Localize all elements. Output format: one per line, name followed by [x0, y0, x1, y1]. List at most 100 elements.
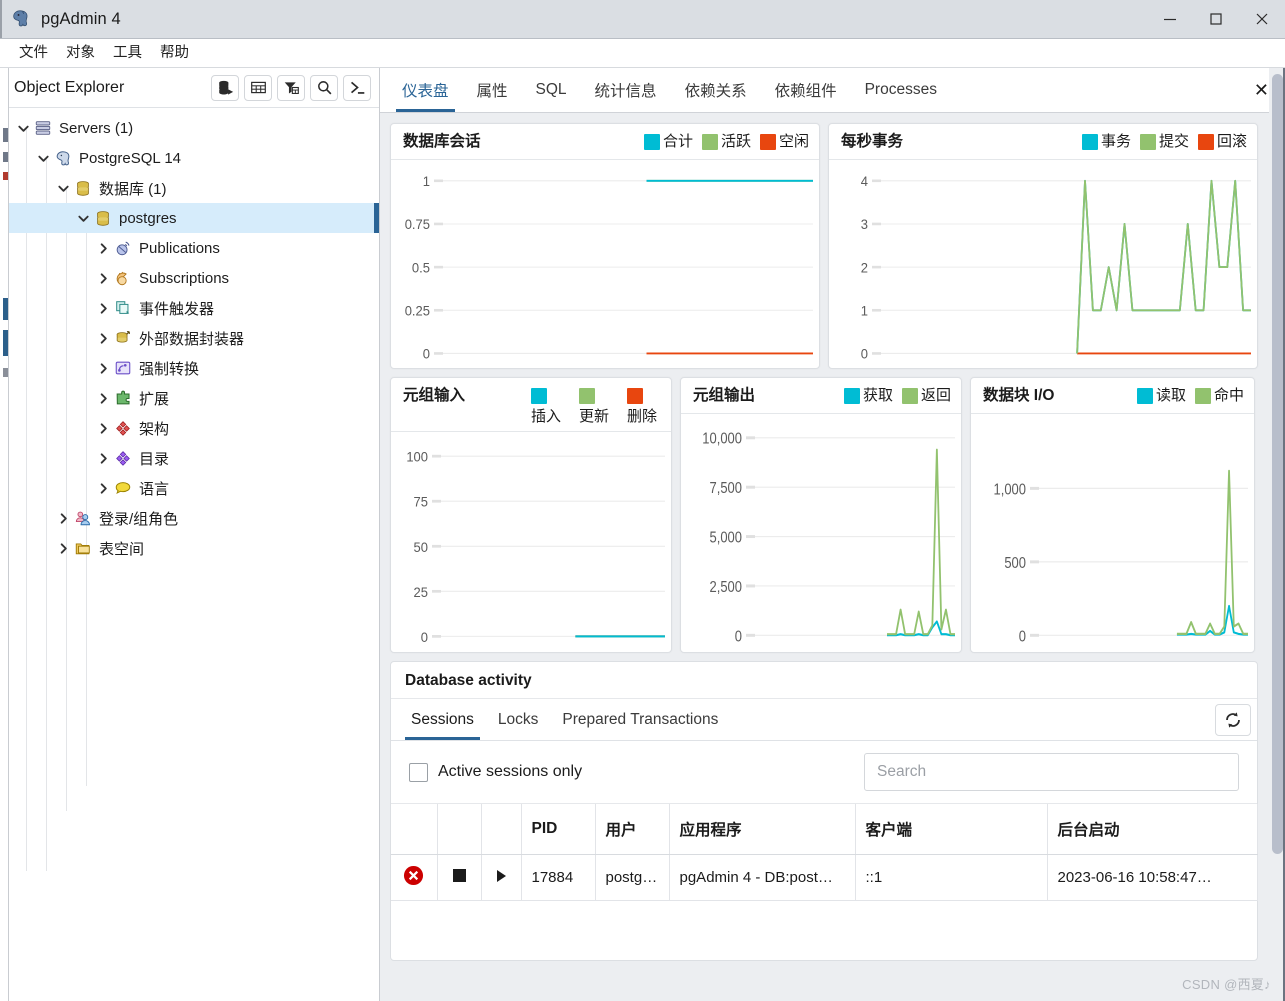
chevron-right-icon[interactable]	[94, 272, 112, 285]
table-row[interactable]: 17884 postgr… pgAdmin 4 - DB:post… ::1 2…	[391, 854, 1258, 901]
tree-item-[interactable]: 目录	[0, 443, 379, 473]
tree-item-postgres[interactable]: postgres	[0, 203, 379, 233]
legend-item[interactable]: 插入	[531, 386, 565, 427]
legend-item[interactable]: 活跃	[701, 132, 751, 152]
legend-item[interactable]: 事务	[1081, 132, 1131, 152]
tab-dependents[interactable]: 依赖组件	[761, 68, 851, 112]
chevron-down-icon[interactable]	[54, 182, 72, 195]
tab-properties[interactable]: 属性	[463, 68, 522, 112]
tree-item-label: 事件触发器	[139, 300, 215, 318]
pgadmin-window: pgAdmin 4 文件 对象 工具 帮助 Object Explorer Se…	[0, 0, 1285, 1001]
tuples-in-title: 元组输入	[403, 387, 466, 404]
tree-item-1[interactable]: 数据库 (1)	[0, 173, 379, 203]
col-details	[481, 804, 522, 855]
search-input[interactable]: Search	[864, 753, 1239, 791]
tree-item-[interactable]: 语言	[0, 473, 379, 503]
active-sessions-only-checkbox[interactable]	[409, 762, 428, 782]
search-icon[interactable]	[310, 74, 338, 101]
database-sessions-header: 数据库会话 合计 活跃 空闲	[391, 124, 819, 160]
legend-item[interactable]: 提交	[1139, 132, 1189, 152]
chevron-right-icon[interactable]	[94, 332, 112, 345]
legend-item[interactable]: 命中	[1194, 386, 1244, 406]
tree-item-[interactable]: 登录/组角色	[0, 503, 379, 533]
legend-item[interactable]: 读取	[1136, 386, 1186, 406]
dashboard-scrollbar-thumb[interactable]	[1272, 74, 1283, 854]
object-tab-bar: 仪表盘 属性 SQL 统计信息 依赖关系 依赖组件 Processes ✕	[380, 68, 1285, 113]
chevron-down-icon[interactable]	[74, 212, 92, 225]
tablespace-icon	[72, 539, 94, 557]
tree-item-[interactable]: 架构	[0, 413, 379, 443]
dashboard-row-2: 元组输入 插入 更新 删除 0 25 50 75 100 元组输出 获取 返回 …	[390, 377, 1273, 653]
menu-help[interactable]: 帮助	[151, 39, 198, 68]
tab-statistics-label: 统计信息	[594, 83, 657, 100]
menu-tools[interactable]: 工具	[104, 39, 151, 68]
databases-icon	[72, 179, 94, 197]
view-data-icon[interactable]	[244, 74, 272, 101]
cell-backend-start: 2023-06-16 10:58:47…	[1047, 854, 1258, 901]
tree-item-publications[interactable]: Publications	[0, 233, 379, 263]
tree-item-servers-1[interactable]: Servers (1)	[0, 113, 379, 143]
svg-text:0.75: 0.75	[405, 217, 430, 232]
cancel-query-icon[interactable]	[437, 854, 482, 901]
chevron-right-icon[interactable]	[94, 362, 112, 375]
tree-item-postgresql-14[interactable]: PostgreSQL 14	[0, 143, 379, 173]
active-sessions-only-toggle[interactable]: Active sessions only	[409, 762, 582, 782]
legend-item[interactable]: 更新	[579, 386, 613, 427]
legend-item[interactable]: 返回	[901, 386, 951, 406]
tree-item-[interactable]: 扩展	[0, 383, 379, 413]
svg-text:1,000: 1,000	[994, 481, 1027, 498]
chevron-down-icon[interactable]	[14, 122, 32, 135]
psql-terminal-icon[interactable]	[343, 74, 371, 101]
tree-item-[interactable]: 强制转换	[0, 353, 379, 383]
legend-label: 活跃	[720, 133, 751, 150]
menu-object[interactable]: 对象	[57, 39, 104, 68]
filter-data-icon[interactable]	[277, 74, 305, 101]
transactions-per-second-title: 每秒事务	[841, 133, 904, 150]
object-tree[interactable]: Servers (1) PostgreSQL 14 数据库 (1) postgres P…	[0, 108, 379, 1001]
tab-sessions[interactable]: Sessions	[399, 699, 486, 740]
expand-row-icon[interactable]	[481, 854, 522, 901]
chevron-right-icon[interactable]	[94, 422, 112, 435]
chevron-right-icon[interactable]	[54, 542, 72, 555]
tab-dependencies[interactable]: 依赖关系	[671, 68, 761, 112]
block-io-card: 数据块 I/O 读取 命中 0 500 1,000	[970, 377, 1255, 653]
chevron-right-icon[interactable]	[94, 302, 112, 315]
tab-sql[interactable]: SQL	[522, 68, 581, 112]
chevron-right-icon[interactable]	[94, 242, 112, 255]
tuples-out-plot: 0 2,500 5,000 7,500 10,000	[681, 414, 961, 652]
tab-processes[interactable]: Processes	[851, 68, 951, 112]
legend-item[interactable]: 删除	[627, 386, 661, 427]
legend-item[interactable]: 回滚	[1197, 132, 1247, 152]
legend-label: 插入	[531, 408, 562, 425]
terminate-session-icon[interactable]	[391, 854, 438, 901]
tree-item-subscriptions[interactable]: Subscriptions	[0, 263, 379, 293]
chevron-right-icon[interactable]	[94, 392, 112, 405]
tree-item-[interactable]: 外部数据封装器	[0, 323, 379, 353]
legend-swatch	[1081, 134, 1098, 150]
tree-item-[interactable]: 事件触发器	[0, 293, 379, 323]
query-tool-icon[interactable]	[211, 74, 239, 101]
tree-item-[interactable]: 表空间	[0, 533, 379, 563]
chevron-right-icon[interactable]	[94, 452, 112, 465]
tab-locks[interactable]: Locks	[486, 699, 551, 740]
tab-dashboard[interactable]: 仪表盘	[388, 68, 463, 112]
menu-file[interactable]: 文件	[10, 39, 57, 68]
chevron-right-icon[interactable]	[54, 512, 72, 525]
minimize-button[interactable]	[1147, 0, 1193, 38]
legend-label: 删除	[627, 408, 658, 425]
close-button[interactable]	[1239, 0, 1285, 38]
legend-item[interactable]: 获取	[843, 386, 893, 406]
refresh-icon[interactable]	[1215, 703, 1251, 736]
legend-item[interactable]: 合计	[643, 132, 693, 152]
legend-item[interactable]: 空闲	[759, 132, 809, 152]
tree-item-label: PostgreSQL 14	[79, 149, 182, 167]
tab-prepared-transactions[interactable]: Prepared Transactions	[550, 699, 730, 740]
chevron-down-icon[interactable]	[34, 152, 52, 165]
tree-item-label: 架构	[139, 420, 170, 438]
chevron-right-icon[interactable]	[94, 482, 112, 495]
tab-statistics[interactable]: 统计信息	[581, 68, 671, 112]
legend-swatch	[1197, 134, 1214, 150]
maximize-button[interactable]	[1193, 0, 1239, 38]
legend-swatch	[1194, 388, 1211, 404]
tree-item-label: Servers (1)	[59, 119, 134, 137]
